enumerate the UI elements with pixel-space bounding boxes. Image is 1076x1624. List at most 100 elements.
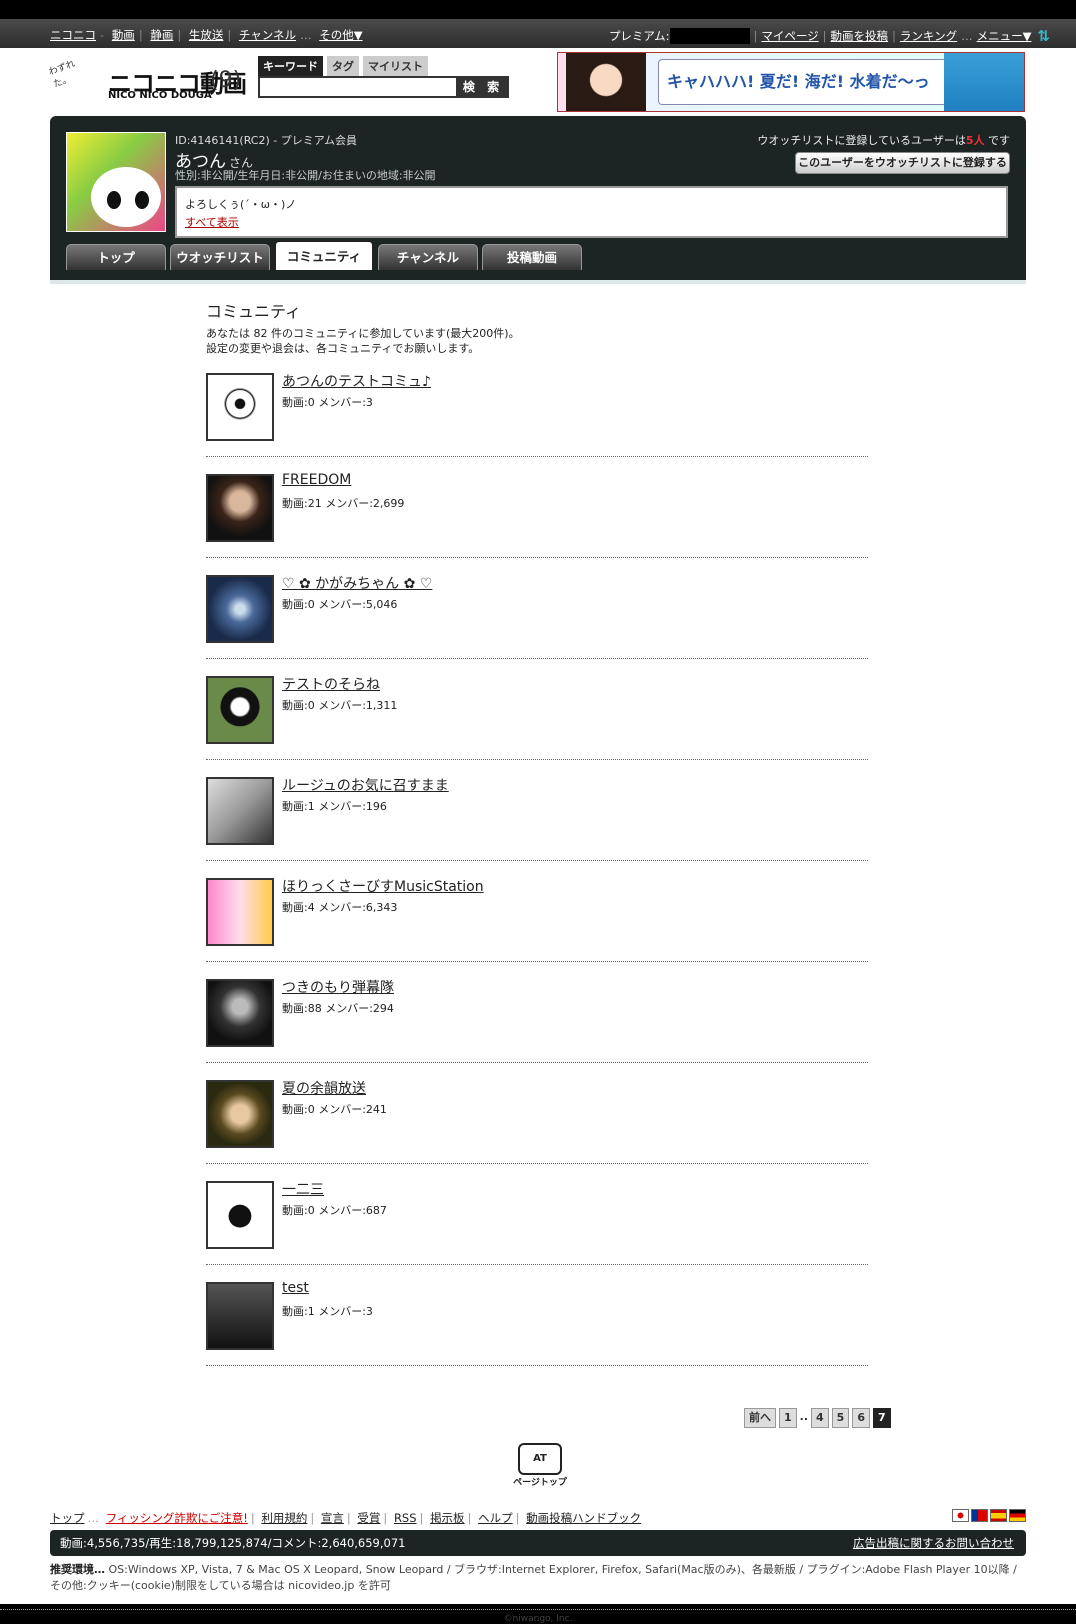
community-stats: 動画:0 メンバー:3 bbox=[282, 396, 373, 409]
pager-page-current[interactable]: 7 bbox=[872, 1408, 891, 1428]
banner-character-image-2 bbox=[944, 53, 1024, 111]
tab-watchlist[interactable]: ウオッチリスト bbox=[170, 244, 270, 270]
footer-declaration-link[interactable]: 宣言 bbox=[321, 1511, 344, 1525]
flag-de-icon[interactable] bbox=[1009, 1509, 1026, 1522]
search-button[interactable]: 検 索 bbox=[457, 76, 509, 98]
community-title-link[interactable]: テストのそらね bbox=[282, 674, 380, 694]
premium-label: プレミアム: bbox=[608, 29, 670, 43]
community-thumbnail[interactable] bbox=[206, 1282, 274, 1350]
community-desc-line2: 設定の変更や退会は、各コミュニティでお願いします。 bbox=[206, 342, 480, 355]
nav-douga[interactable]: 動画 bbox=[112, 28, 135, 42]
nav-live[interactable]: 生放送 bbox=[189, 28, 224, 42]
panda-illustration bbox=[91, 167, 161, 227]
nav-menu[interactable]: メニュー▼ bbox=[977, 28, 1032, 44]
env-label: 推奨環境… bbox=[50, 1563, 105, 1576]
add-to-watchlist-button[interactable]: このユーザーをウオッチリストに登録する bbox=[795, 152, 1010, 174]
community-title-link[interactable]: つきのもり弾幕隊 bbox=[282, 977, 394, 997]
pager-page-6[interactable]: 6 bbox=[852, 1408, 870, 1428]
community-thumbnail[interactable] bbox=[206, 878, 274, 946]
nav-mypage[interactable]: マイページ bbox=[761, 28, 818, 44]
footer-award-link[interactable]: 受賞 bbox=[357, 1511, 380, 1525]
tab-top[interactable]: トップ bbox=[66, 244, 166, 270]
search-input[interactable] bbox=[258, 76, 458, 98]
footer-top-link[interactable]: トップ bbox=[50, 1511, 85, 1525]
tab-channel[interactable]: チャンネル bbox=[378, 244, 478, 270]
banner-text: キャハハハ! 夏だ! 海だ! 水着だ〜っ bbox=[658, 59, 948, 105]
community-thumbnail[interactable] bbox=[206, 777, 274, 845]
footer-handbook-link[interactable]: 動画投稿ハンドブック bbox=[526, 1511, 641, 1525]
flag-tw-icon[interactable] bbox=[971, 1509, 988, 1522]
flag-jp-icon[interactable] bbox=[952, 1509, 969, 1522]
flag-es-icon[interactable] bbox=[990, 1509, 1007, 1522]
community-title-link[interactable]: 夏の余韻放送 bbox=[282, 1078, 366, 1098]
community-title-link[interactable]: FREEDOM bbox=[282, 472, 351, 488]
footer-terms-link[interactable]: 利用規約 bbox=[261, 1511, 307, 1525]
list-item: つきのもり弾幕隊 動画:88 メンバー:294 bbox=[206, 962, 868, 1063]
nav-upload[interactable]: 動画を投稿 bbox=[831, 28, 889, 44]
community-title-link[interactable]: ♡ ✿ かがみちゃん ✿ ♡ bbox=[282, 573, 432, 593]
language-flags bbox=[952, 1509, 1026, 1522]
watch-suffix: です bbox=[988, 134, 1010, 147]
pager-page-5[interactable]: 5 bbox=[831, 1408, 850, 1428]
footer-bbs-link[interactable]: 掲示板 bbox=[430, 1511, 465, 1525]
community-thumbnail[interactable] bbox=[206, 979, 274, 1047]
list-item: test 動画:1 メンバー:3 bbox=[206, 1265, 868, 1366]
nav-niconico[interactable]: ニコニコ bbox=[50, 28, 96, 42]
footer-rss-link[interactable]: RSS bbox=[394, 1511, 417, 1525]
community-title-link[interactable]: 一二三 bbox=[282, 1179, 324, 1199]
community-title-link[interactable]: ルージュのお気に召すまま bbox=[282, 775, 449, 795]
community-stats: 動画:0 メンバー:687 bbox=[282, 1204, 387, 1217]
community-title-link[interactable]: ほりっくさーびすMusicStation bbox=[282, 876, 484, 896]
watch-prefix: ウオッチリストに登録しているユーザーは bbox=[757, 134, 966, 147]
tab-community[interactable]: コミュニティ bbox=[274, 240, 374, 270]
footer-help-link[interactable]: ヘルプ bbox=[478, 1511, 513, 1525]
apple-logo-icon: ● bbox=[226, 1197, 254, 1232]
site-logo[interactable]: わずれた。 ニコニコ動画 NICO NICO DOUGA (9) bbox=[48, 58, 250, 106]
user-intro-text: よろしくぅ(´・ω・)ノ bbox=[185, 198, 297, 211]
community-stats: 動画:0 メンバー:241 bbox=[282, 1103, 387, 1116]
logo-version: (9) bbox=[210, 68, 242, 93]
ad-banner[interactable]: キャハハハ! 夏だ! 海だ! 水着だ〜っ bbox=[557, 52, 1025, 112]
ad-inquiry-link[interactable]: 広告出稿に関するお問い合わせ bbox=[853, 1530, 1014, 1556]
user-id: ID:4146141(RC2) - プレミアム会員 bbox=[175, 134, 357, 147]
profile-tabs: トップ ウオッチリスト コミュニティ チャンネル 投稿動画 bbox=[66, 240, 582, 270]
community-title-link[interactable]: あつんのテストコミュ♪ bbox=[282, 371, 431, 391]
community-title-link[interactable]: test bbox=[282, 1280, 309, 1296]
community-thumbnail[interactable] bbox=[206, 1080, 274, 1148]
tab-videos[interactable]: 投稿動画 bbox=[482, 244, 582, 270]
community-stats: 動画:0 メンバー:5,046 bbox=[282, 598, 398, 611]
community-thumbnail[interactable] bbox=[206, 373, 274, 441]
community-list: あつんのテストコミュ♪ 動画:0 メンバー:3 FREEDOM 動画:21 メンバー… bbox=[206, 356, 868, 1366]
nav-channel[interactable]: チャンネル bbox=[239, 28, 296, 42]
community-stats: 動画:0 メンバー:1,311 bbox=[282, 699, 398, 712]
community-thumbnail[interactable]: ● bbox=[206, 1181, 274, 1249]
watchlist-count: ウオッチリストに登録しているユーザーは5人 です bbox=[757, 132, 1010, 148]
community-thumbnail[interactable] bbox=[206, 474, 274, 542]
show-all-link[interactable]: すべて表示 bbox=[185, 214, 998, 230]
pager-page-1[interactable]: 1 bbox=[779, 1408, 797, 1428]
community-thumbnail[interactable] bbox=[206, 575, 274, 643]
nav-seiga[interactable]: 静画 bbox=[150, 28, 173, 42]
search-tab-keyword[interactable]: キーワード bbox=[258, 56, 323, 76]
env-line2: その他:クッキー(cookie)制限をしている場合は nicovideo.jp … bbox=[50, 1579, 391, 1592]
banner-character-image bbox=[566, 53, 646, 111]
nav-ranking[interactable]: ランキング bbox=[900, 28, 957, 44]
page-title: コミュニティ bbox=[206, 302, 302, 321]
pager-page-4[interactable]: 4 bbox=[811, 1408, 829, 1428]
masked-username bbox=[669, 28, 750, 44]
search-tab-mylist[interactable]: マイリスト bbox=[363, 56, 428, 76]
search-tab-tag[interactable]: タグ bbox=[327, 56, 359, 76]
page-top-button[interactable]: AT ページトップ bbox=[510, 1443, 570, 1499]
community-thumbnail[interactable] bbox=[206, 676, 274, 744]
pager-prev-button[interactable]: 前へ bbox=[744, 1408, 776, 1428]
list-item: ルージュのお気に召すまま動画:1 メンバー:196 bbox=[206, 760, 868, 861]
list-item: ほりっくさーびすMusicStation 動画:4 メンバー:6,343 bbox=[206, 861, 868, 962]
logo-subtitle: NICO NICO DOUGA bbox=[108, 90, 212, 101]
footer-phishing-link[interactable]: フィッシング詐欺にご注意! bbox=[106, 1511, 248, 1525]
list-item: テストのそらね動画:0 メンバー:1,311 bbox=[206, 659, 868, 760]
community-desc-line1: あなたは 82 件のコミュニティに参加しています(最大200件)。 bbox=[206, 327, 520, 340]
scroll-arrows-icon[interactable]: ⇅ bbox=[1037, 27, 1050, 45]
site-stats-bar: 動画:4,556,735/再生:18,799,125,874/コメント:2,64… bbox=[50, 1530, 1026, 1556]
nav-more[interactable]: その他▼ bbox=[319, 28, 362, 42]
community-stats: 動画:1 メンバー:196 bbox=[282, 800, 387, 813]
